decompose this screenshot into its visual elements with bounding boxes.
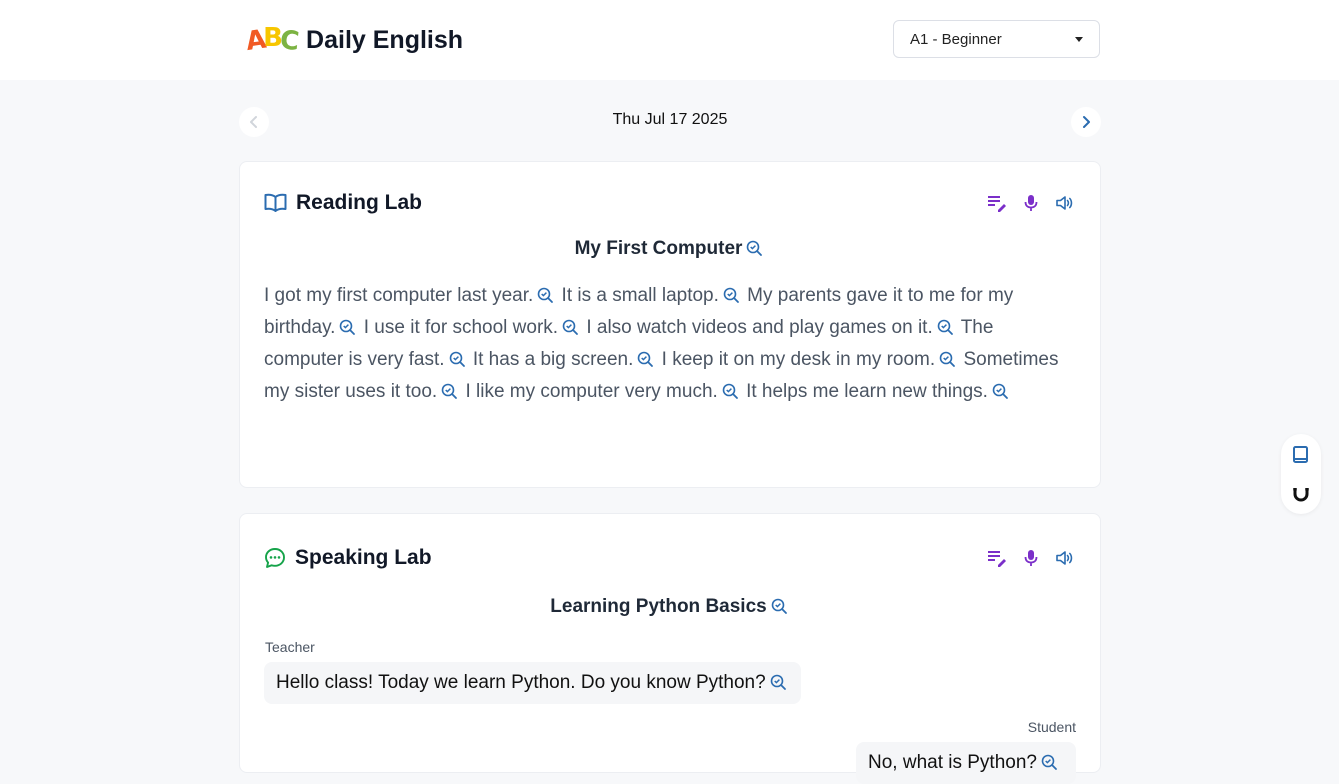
- reading-edit-button[interactable]: [986, 192, 1008, 214]
- sentence: I like my computer very much.: [465, 381, 718, 402]
- search-check-icon[interactable]: [722, 383, 739, 400]
- search-check-icon[interactable]: [992, 383, 1009, 400]
- reading-lab-title: Reading Lab: [296, 191, 423, 214]
- book-open-icon: [264, 193, 287, 212]
- dialogue-bubble-teacher: Hello class! Today we learn Python. Do y…: [264, 662, 801, 704]
- speaker-icon: [1056, 196, 1073, 210]
- speaking-lab-tools: [986, 547, 1076, 569]
- speaking-lab-header: Speaking Lab: [264, 546, 1076, 570]
- sentence: I keep it on my desk in my room.: [661, 349, 936, 370]
- microphone-icon: [1024, 550, 1038, 566]
- sentence: I use it for school work.: [363, 317, 559, 338]
- search-check-icon[interactable]: [746, 240, 763, 257]
- abc-logo-icon: ABC: [243, 22, 298, 57]
- speaking-edit-button[interactable]: [986, 547, 1008, 569]
- notebook-button[interactable]: [1290, 444, 1312, 466]
- magnet-icon: [1293, 488, 1309, 502]
- magnet-button[interactable]: [1290, 483, 1312, 505]
- speaking-lesson-title: Learning Python Basics: [550, 596, 767, 617]
- sentence: I got my first computer last year.: [264, 285, 534, 306]
- speaking-listen-button[interactable]: [1054, 547, 1076, 569]
- reading-lab-header: Reading Lab: [264, 191, 1076, 215]
- sentence: It helps me learn new things.: [746, 381, 988, 402]
- app-logo[interactable]: ABC Daily English: [243, 22, 464, 57]
- dialogue-text: Hello class! Today we learn Python. Do y…: [276, 672, 766, 693]
- chat-bubble-icon: [265, 548, 285, 568]
- sentence: It is a small laptop.: [561, 285, 719, 306]
- chevron-right-icon: [1083, 116, 1090, 128]
- app-title: Daily English: [306, 26, 464, 54]
- search-check-icon[interactable]: [1041, 754, 1058, 771]
- level-select[interactable]: A1 - Beginner: [893, 20, 1100, 58]
- sentence: I also watch videos and play games on it…: [586, 317, 933, 338]
- search-check-icon[interactable]: [939, 351, 956, 368]
- previous-day-button[interactable]: [239, 107, 269, 137]
- search-check-icon[interactable]: [449, 351, 466, 368]
- search-check-icon[interactable]: [723, 287, 740, 304]
- dialogue-bubble-student: No, what is Python?: [856, 742, 1076, 784]
- search-check-icon[interactable]: [771, 598, 788, 615]
- search-check-icon[interactable]: [339, 319, 356, 336]
- reading-listen-button[interactable]: [1054, 192, 1076, 214]
- search-check-icon[interactable]: [770, 674, 787, 691]
- edit-list-icon: [988, 196, 1006, 212]
- speaking-lesson-title-row: Learning Python Basics: [240, 596, 1100, 618]
- speaker-icon: [1056, 551, 1073, 565]
- search-check-icon[interactable]: [637, 351, 654, 368]
- edit-list-icon: [988, 551, 1006, 567]
- speaking-lab-card: Speaking Lab Learning Python Basics Teac…: [239, 513, 1101, 784]
- reading-lesson-title-row: My First Computer: [240, 238, 1100, 260]
- app-header: ABC Daily English A1 - Beginner: [0, 0, 1339, 80]
- dialogue-text: No, what is Python?: [868, 752, 1037, 773]
- reading-record-button[interactable]: [1020, 192, 1042, 214]
- dialogue-role-teacher: Teacher: [265, 639, 315, 655]
- search-check-icon[interactable]: [441, 383, 458, 400]
- search-check-icon[interactable]: [562, 319, 579, 336]
- reading-lab-card: Reading Lab My First Computer I got my f…: [239, 161, 1101, 488]
- floating-side-panel: [1281, 434, 1321, 514]
- notebook-icon: [1293, 446, 1308, 463]
- current-date: Thu Jul 17 2025: [612, 111, 728, 128]
- reading-passage: I got my first computer last year. It is…: [264, 280, 1076, 408]
- sentence: It has a big screen.: [472, 349, 634, 370]
- level-select-value: A1 - Beginner: [910, 30, 1002, 48]
- search-check-icon[interactable]: [537, 287, 554, 304]
- search-check-icon[interactable]: [937, 319, 954, 336]
- next-day-button[interactable]: [1071, 107, 1101, 137]
- reading-lab-tools: [986, 192, 1076, 214]
- chevron-down-icon: [1075, 37, 1083, 42]
- speaking-lab-title: Speaking Lab: [295, 546, 432, 569]
- speaking-record-button[interactable]: [1020, 547, 1042, 569]
- dialogue-role-student: Student: [1027, 719, 1076, 735]
- microphone-icon: [1024, 195, 1038, 211]
- chevron-left-icon: [250, 116, 257, 128]
- reading-lesson-title: My First Computer: [574, 238, 743, 259]
